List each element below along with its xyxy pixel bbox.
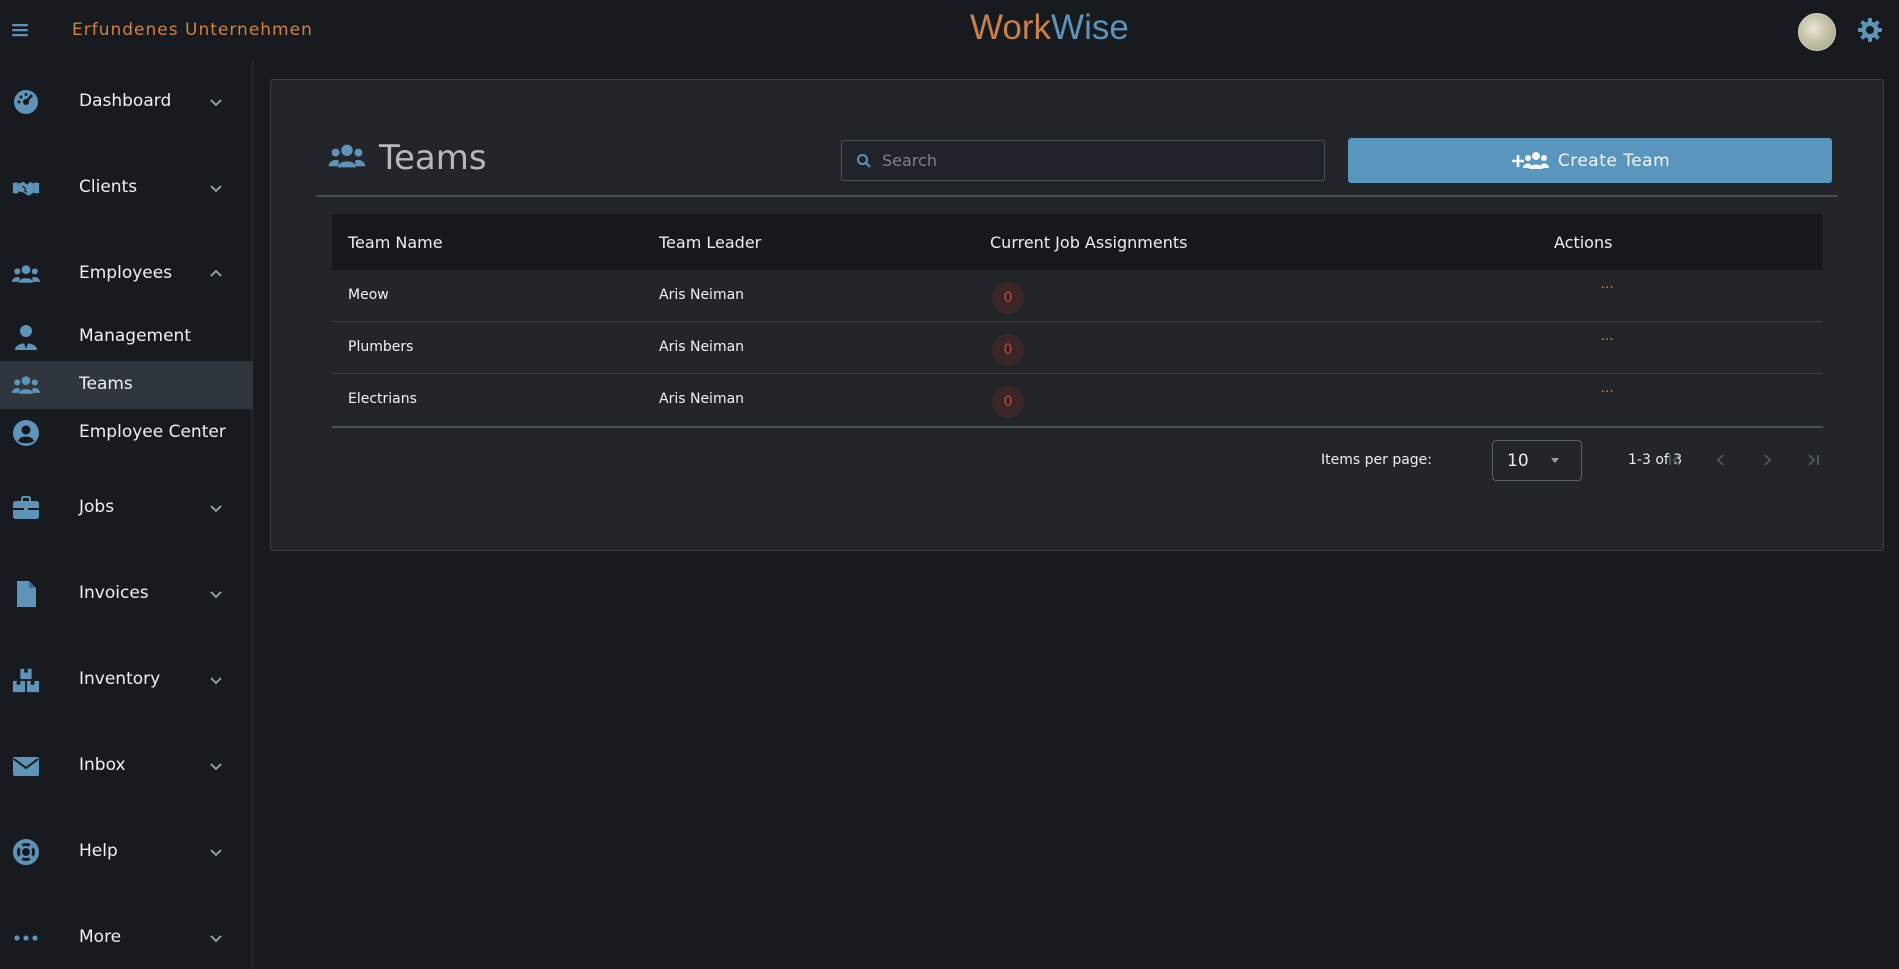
sidebar-item-more[interactable]: More bbox=[0, 913, 253, 963]
sidebar-item-label: Jobs bbox=[79, 497, 115, 517]
sidebar-item-label: More bbox=[79, 927, 122, 947]
header-divider bbox=[316, 195, 1838, 197]
sidebar-item-label: Management bbox=[79, 326, 191, 346]
search-input[interactable] bbox=[882, 151, 1302, 170]
chevron-down-icon bbox=[208, 844, 224, 860]
users-icon bbox=[327, 140, 367, 176]
teams-card: Teams Create Team Team Name Team Leader … bbox=[270, 79, 1884, 551]
brand-part-wise: Wise bbox=[1051, 8, 1129, 47]
caret-down-icon bbox=[1551, 458, 1559, 463]
envelope-icon bbox=[12, 752, 40, 780]
last-page-icon[interactable] bbox=[1801, 448, 1825, 472]
paginator: Items per page: 10 1-3 of 3 bbox=[332, 440, 1825, 481]
table-row[interactable]: Meow Aris Neiman 0 ··· bbox=[332, 270, 1823, 322]
column-header-team-name[interactable]: Team Name bbox=[348, 233, 443, 252]
page-title: Teams bbox=[327, 138, 487, 178]
table-header: Team Name Team Leader Current Job Assign… bbox=[332, 214, 1823, 270]
team-leader-cell: Aris Neiman bbox=[659, 391, 745, 407]
chevron-up-icon bbox=[208, 266, 224, 282]
teams-table: Team Name Team Leader Current Job Assign… bbox=[332, 214, 1823, 428]
brand-logo[interactable]: WorkWise bbox=[970, 8, 1129, 48]
sidebar-item-inbox[interactable]: Inbox bbox=[0, 741, 253, 791]
briefcase-icon bbox=[12, 494, 40, 522]
chevron-down-icon bbox=[208, 758, 224, 774]
page-size-select[interactable]: 10 bbox=[1492, 440, 1582, 481]
sidebar-item-label: Inbox bbox=[79, 755, 126, 775]
team-name-cell: Meow bbox=[348, 287, 389, 303]
gear-icon[interactable] bbox=[1856, 16, 1884, 44]
actions-menu-button[interactable]: ··· bbox=[1596, 280, 1618, 302]
sidebar-item-teams[interactable]: Teams bbox=[0, 361, 253, 409]
items-per-page-label: Items per page: bbox=[1321, 452, 1433, 468]
sidebar: Dashboard Clients Employees Management T… bbox=[0, 60, 253, 969]
job-count-badge: 0 bbox=[992, 282, 1024, 314]
top-bar: Erfundenes Unternehmen WorkWise bbox=[0, 0, 1899, 60]
users-icon bbox=[12, 260, 40, 288]
chevron-down-icon bbox=[208, 500, 224, 516]
chevron-down-icon bbox=[208, 586, 224, 602]
sidebar-item-label: Employee Center bbox=[79, 422, 226, 442]
users-icon bbox=[12, 371, 40, 399]
column-header-actions: Actions bbox=[1554, 232, 1613, 252]
table-row[interactable]: Plumbers Aris Neiman 0 ··· bbox=[332, 322, 1823, 374]
chevron-down-icon bbox=[208, 180, 224, 196]
first-page-icon[interactable] bbox=[1663, 448, 1687, 472]
column-header-job-assignments[interactable]: Current Job Assignments bbox=[990, 233, 1187, 252]
table-row[interactable]: Electrians Aris Neiman 0 ··· bbox=[332, 374, 1823, 426]
chevron-down-icon bbox=[208, 930, 224, 946]
sidebar-item-management[interactable]: Management bbox=[0, 313, 253, 361]
sidebar-item-label: Teams bbox=[79, 374, 133, 394]
sidebar-item-invoices[interactable]: Invoices bbox=[0, 569, 253, 619]
life-ring-icon bbox=[12, 838, 40, 866]
sidebar-item-label: Invoices bbox=[79, 583, 149, 603]
sidebar-item-employees[interactable]: Employees bbox=[0, 249, 253, 299]
sidebar-item-label: Inventory bbox=[79, 669, 161, 689]
avatar[interactable] bbox=[1798, 13, 1836, 51]
company-name: Erfundenes Unternehmen bbox=[72, 20, 313, 40]
previous-page-icon[interactable] bbox=[1709, 448, 1733, 472]
next-page-icon[interactable] bbox=[1755, 448, 1779, 472]
dashboard-gauge-icon bbox=[12, 88, 40, 116]
hamburger-menu-icon[interactable] bbox=[10, 20, 30, 40]
sidebar-item-dashboard[interactable]: Dashboard bbox=[0, 77, 253, 127]
sidebar-item-label: Employees bbox=[79, 263, 173, 283]
search-box[interactable] bbox=[841, 140, 1325, 181]
create-team-button[interactable]: Create Team bbox=[1348, 138, 1832, 183]
search-icon bbox=[856, 153, 872, 169]
brand-part-work: Work bbox=[970, 8, 1052, 47]
create-team-label: Create Team bbox=[1557, 150, 1671, 171]
chevron-down-icon bbox=[208, 672, 224, 688]
team-name-cell: Plumbers bbox=[348, 339, 414, 355]
page-title-text: Teams bbox=[379, 138, 487, 178]
add-users-icon bbox=[1510, 150, 1550, 172]
handshake-icon bbox=[12, 174, 40, 202]
team-leader-cell: Aris Neiman bbox=[659, 287, 745, 303]
job-count-badge: 0 bbox=[992, 334, 1024, 366]
sidebar-item-jobs[interactable]: Jobs bbox=[0, 483, 253, 533]
sidebar-item-clients[interactable]: Clients bbox=[0, 163, 253, 213]
page-size-value: 10 bbox=[1507, 450, 1529, 471]
sidebar-item-label: Help bbox=[79, 841, 118, 861]
sidebar-item-inventory[interactable]: Inventory bbox=[0, 655, 253, 705]
sidebar-item-label: Clients bbox=[79, 177, 138, 197]
boxes-icon bbox=[12, 666, 40, 694]
column-header-team-leader[interactable]: Team Leader bbox=[659, 233, 761, 252]
team-leader-cell: Aris Neiman bbox=[659, 339, 745, 355]
team-name-cell: Electrians bbox=[348, 391, 417, 407]
sidebar-item-label: Dashboard bbox=[79, 91, 172, 111]
sidebar-item-employee-center[interactable]: Employee Center bbox=[0, 409, 253, 457]
table-bottom-border bbox=[332, 426, 1823, 428]
chevron-down-icon bbox=[208, 94, 224, 110]
file-icon bbox=[12, 580, 40, 608]
actions-menu-button[interactable]: ··· bbox=[1596, 384, 1618, 406]
ellipsis-icon bbox=[12, 924, 40, 952]
user-circle-icon bbox=[12, 419, 40, 447]
sidebar-item-help[interactable]: Help bbox=[0, 827, 253, 877]
actions-menu-button[interactable]: ··· bbox=[1596, 332, 1618, 354]
user-tie-icon bbox=[12, 323, 40, 351]
job-count-badge: 0 bbox=[992, 386, 1024, 418]
